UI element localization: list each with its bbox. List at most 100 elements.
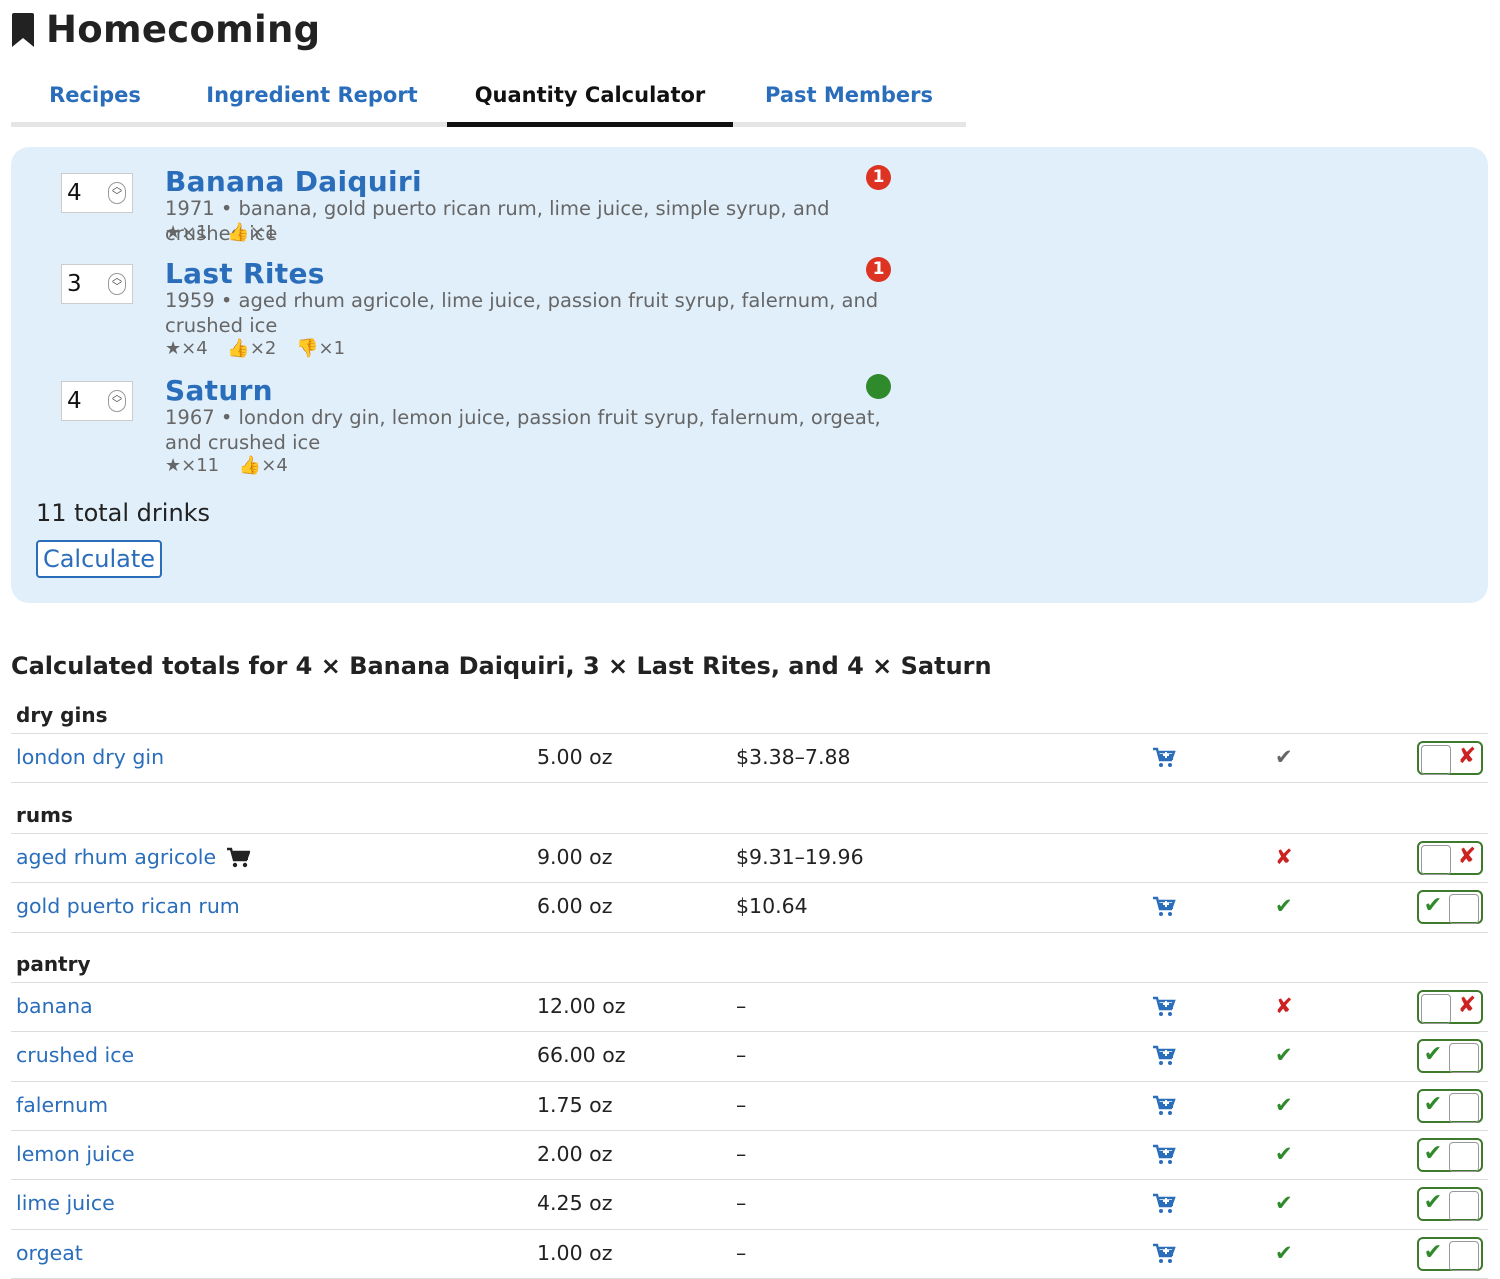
x-icon: ✘ [1457,993,1477,1018]
stock-toggle[interactable]: ✔ [1417,1039,1483,1074]
add-to-cart-icon[interactable] [1152,1242,1176,1266]
in-stock-check-icon: ✔ [1275,1240,1293,1265]
row-divider [11,782,1488,784]
x-icon: ✘ [1457,744,1477,769]
add-to-cart-icon[interactable] [1152,1044,1176,1068]
ingredient-price: – [736,1092,747,1117]
ingredient-link-falernum[interactable]: falernum [16,1093,108,1117]
quantity-stepper[interactable]: 4 ︿ ﹀ [61,381,133,421]
ingredient-amount: 9.00 oz [537,845,613,869]
tab-bar: Recipes Ingredient Report Quantity Calcu… [11,72,966,127]
stock-toggle[interactable]: ✘ [1417,990,1483,1024]
recipe-name-link[interactable]: Saturn [165,374,273,407]
stock-toggle[interactable]: ✘ [1417,841,1483,875]
ready-badge [866,374,891,399]
check-icon: ✔ [1423,893,1443,919]
stock-toggle[interactable]: ✔ [1417,1236,1483,1271]
check-icon: ✔ [1423,1091,1443,1117]
spinner-icon[interactable]: ︿ ﹀ [108,182,126,204]
check-icon: ✔ [1423,1042,1443,1068]
ingredient-price: – [736,1141,747,1166]
ingredient-link-banana[interactable]: banana [16,994,93,1018]
star-count: ★×11 [165,455,220,476]
toggle-empty-box [1449,1092,1479,1123]
in-stock-check-icon: ✔ [1275,1141,1293,1166]
x-icon: ✘ [1457,844,1477,869]
out-of-stock-x-icon: ✘ [1275,994,1293,1018]
toggle-empty-box [1449,1141,1479,1172]
ingredient-price: $10.64 [736,894,808,919]
ingredient-price: – [736,1043,747,1068]
toggle-empty-box [1421,994,1451,1024]
ingredient-link-crushed-ice[interactable]: crushed ice [16,1043,134,1067]
in-stock-check-icon: ✔ [1275,745,1293,769]
stock-toggle[interactable]: ✔ [1417,890,1483,925]
ingredient-link-aged-rhum-agricole[interactable]: aged rhum agricole [16,845,216,869]
ingredient-price: – [736,1191,747,1216]
tab-recipes[interactable]: Recipes [11,72,179,122]
ingredient-price: – [736,1240,747,1265]
row-divider [11,833,1488,834]
tab-quantity-calculator[interactable]: Quantity Calculator [447,72,733,127]
toggle-empty-box [1421,845,1451,875]
add-to-cart-icon[interactable] [1152,1143,1176,1167]
group-label-dry-gins: dry gins [16,703,108,727]
tab-past-members[interactable]: Past Members [753,72,945,122]
ingredient-link-gold-puerto-rican-rum[interactable]: gold puerto rican rum [16,894,240,918]
row-divider [11,931,1488,933]
add-to-cart-icon[interactable] [1152,995,1176,1019]
stock-toggle[interactable]: ✔ [1417,1187,1483,1222]
bookmark-icon [12,12,34,47]
toggle-empty-box [1449,1240,1479,1271]
row-divider [11,733,1488,734]
add-to-cart-icon[interactable] [1152,746,1176,770]
toggle-empty-box [1449,1043,1479,1074]
quantity-stepper[interactable]: 4 ︿ ﹀ [61,173,133,213]
stock-toggle[interactable]: ✔ [1417,1088,1483,1123]
thumbs-up-count: 👍×2 [227,338,277,359]
check-icon: ✔ [1423,1190,1443,1216]
calculate-button[interactable]: Calculate [36,540,162,578]
spinner-icon[interactable]: ︿ ﹀ [108,390,126,412]
ingredient-link-lemon-juice[interactable]: lemon juice [16,1142,135,1166]
app-title: Homecoming [46,8,321,51]
recipe-stats: ★×1 👍×1 [165,222,290,243]
out-of-stock-x-icon: ✘ [1275,845,1293,869]
toggle-empty-box [1449,1191,1479,1222]
thumbs-up-count: 👍×1 [227,222,277,243]
alert-badge: 1 [866,165,891,190]
in-stock-check-icon: ✔ [1275,1092,1293,1117]
add-to-cart-icon[interactable] [1152,1094,1176,1118]
tab-ingredient-report[interactable]: Ingredient Report [201,72,423,122]
ingredient-link-lime-juice[interactable]: lime juice [16,1191,115,1215]
quantity-value: 4 [67,388,82,414]
row-divider [11,1031,1488,1033]
ingredient-amount: 2.00 oz [537,1141,613,1166]
spinner-icon[interactable]: ︿ ﹀ [108,273,126,295]
quantity-value: 4 [67,180,82,206]
quantity-stepper[interactable]: 3 ︿ ﹀ [61,264,133,304]
recipe-name-link[interactable]: Banana Daiquiri [165,165,422,198]
ingredient-amount: 66.00 oz [537,1043,626,1068]
recipe-stats: ★×4 👍×2 👎×1 [165,338,359,359]
check-icon: ✔ [1423,1140,1443,1166]
toggle-empty-box [1449,894,1479,925]
add-to-cart-icon[interactable] [1152,895,1176,919]
ingredient-amount: 6.00 oz [537,894,613,919]
recipe-stats: ★×11 👍×4 [165,455,302,476]
group-label-pantry: pantry [16,952,91,976]
ingredient-link-london-dry-gin[interactable]: london dry gin [16,745,164,769]
toggle-empty-box [1421,745,1451,775]
add-to-cart-icon[interactable] [1152,1192,1176,1216]
stock-toggle[interactable]: ✔ [1417,1137,1483,1172]
total-drinks: 11 total drinks [36,499,211,527]
stock-toggle[interactable]: ✘ [1417,741,1483,775]
quantity-value: 3 [67,271,82,297]
recipe-name-link[interactable]: Last Rites [165,257,325,290]
shopping-cart-icon [226,847,251,869]
ingredient-amount: 1.75 oz [537,1092,613,1117]
row-divider [11,1129,1488,1131]
ingredient-price: $9.31–19.96 [736,845,864,869]
row-divider [11,1179,1488,1181]
ingredient-link-orgeat[interactable]: orgeat [16,1241,83,1265]
